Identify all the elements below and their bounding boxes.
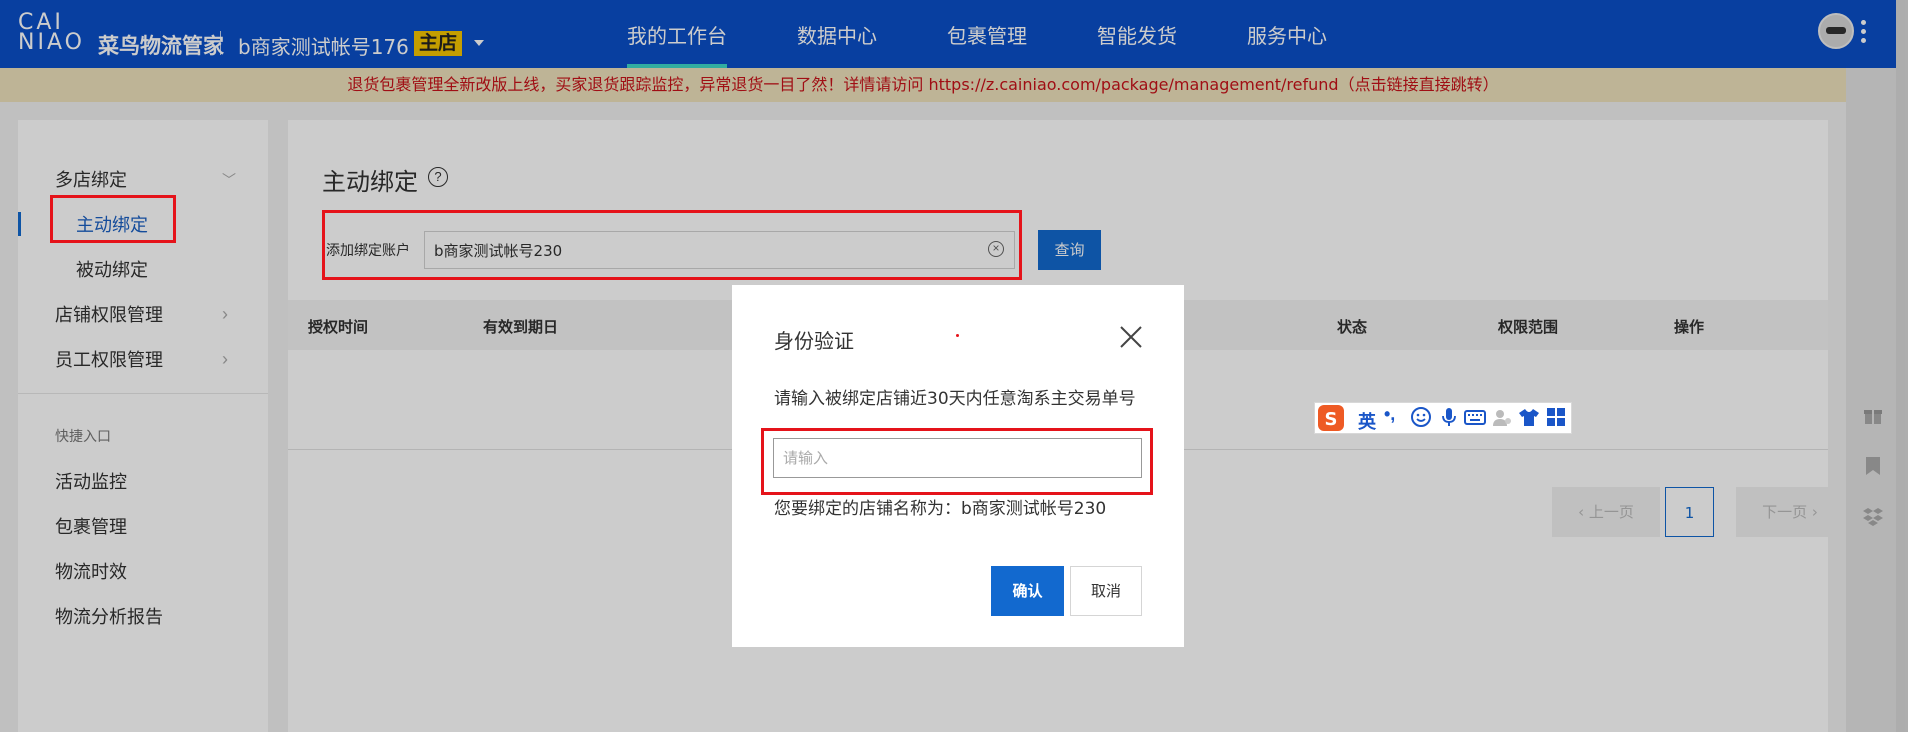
dialog-title: 身份验证 [774, 329, 854, 353]
skin-icon[interactable] [1518, 406, 1540, 430]
mic-icon[interactable] [1438, 406, 1460, 430]
svg-text:S: S [1325, 409, 1338, 430]
confirm-button[interactable]: 确认 [991, 566, 1064, 616]
keyboard-icon[interactable] [1464, 406, 1486, 430]
emoji-icon[interactable] [1410, 406, 1432, 430]
sogou-icon[interactable]: S [1317, 404, 1345, 432]
cancel-button[interactable]: 取消 [1070, 566, 1142, 616]
annotation-box-sidebar [50, 195, 176, 243]
shop-name-text: 您要绑定的店铺名称为：b商家测试帐号230 [774, 499, 1107, 519]
order-number-input[interactable] [773, 438, 1142, 478]
ime-language-toggle[interactable]: 英 [1358, 408, 1376, 433]
dialog-prompt: 请输入被绑定店铺近30天内任意淘系主交易单号 [774, 389, 1136, 409]
grid-icon[interactable] [1545, 406, 1567, 430]
decorative-dot [956, 334, 959, 337]
close-icon[interactable] [1118, 324, 1144, 350]
annotation-box-bind-input [322, 210, 1022, 280]
user-icon[interactable] [1491, 406, 1513, 430]
punctuation-icon[interactable]: •, [1384, 404, 1395, 428]
